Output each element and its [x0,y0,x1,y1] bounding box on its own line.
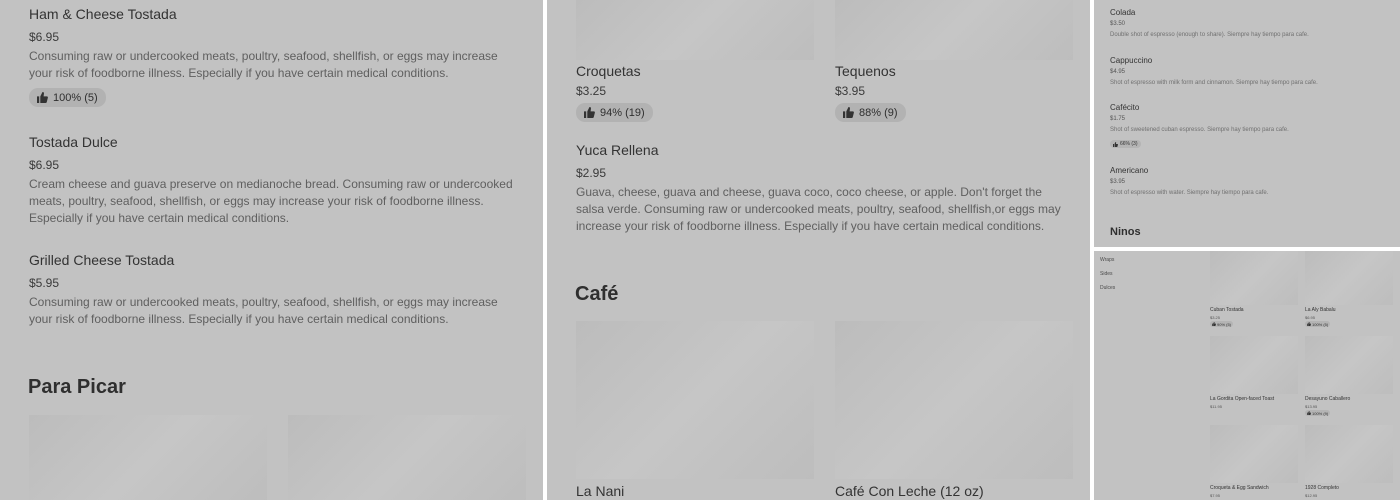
rating-badge: 94% (19) [576,103,653,122]
item-price: $6.95 [1305,315,1316,320]
item-price: $3.95 [1110,179,1126,185]
section-title: Para Picar [28,376,126,398]
thumbs-up-icon [843,107,854,118]
item-description: Consuming raw or undercooked meats, poul… [29,295,498,326]
rating-badge: 100% (5) [29,88,106,107]
menu-panel-overview: Wraps Sides Dulces Cuban Tostada $3.25 9… [1094,251,1400,500]
item-image[interactable] [1210,425,1298,483]
thumbs-up-icon [1307,411,1311,415]
item-image[interactable] [288,415,526,500]
thumbs-up-icon [1307,322,1311,326]
item-price: $11.95 [1210,404,1222,409]
item-name[interactable]: La Gordita Open-faced Toast [1210,396,1274,402]
item-image[interactable] [1210,251,1298,305]
item-name[interactable]: Cappuccino [1110,56,1152,65]
nav-item-sides[interactable]: Sides [1100,271,1113,277]
section-title: Café [575,283,619,305]
item-price: $3.95 [835,84,866,98]
item-image[interactable] [1305,251,1393,305]
item-name[interactable]: Café Con Leche (12 oz) [835,483,984,499]
menu-item[interactable]: Tostada Dulce [29,134,118,150]
rating-badge: 100% (9) [1305,410,1331,416]
item-image[interactable] [576,321,814,479]
item-price: $6.95 [29,30,60,44]
item-price: $3.25 [1210,315,1221,320]
item-image[interactable] [1305,336,1393,394]
section-title: Ninos [1110,226,1141,238]
nav-item-dulces[interactable]: Dulces [1100,285,1115,291]
item-price: $5.95 [29,276,60,290]
thumbs-up-icon [1113,141,1118,147]
item-name: Tostada Dulce [29,134,118,150]
rating-badge: 100% (5) [1305,321,1331,327]
item-name: Ham & Cheese Tostada [29,6,177,22]
item-price: $2.95 [576,166,607,180]
item-name[interactable]: Desayuno Caballero [1305,396,1350,402]
item-price: $3.50 [1110,21,1126,27]
item-price: $7.95 [1210,493,1221,498]
item-name[interactable]: Americano [1110,166,1148,175]
thumbs-up-icon [37,92,48,103]
item-description: Guava, cheese, guava and cheese, guava c… [576,185,1061,233]
item-image[interactable] [1210,336,1298,394]
menu-item[interactable]: Grilled Cheese Tostada [29,252,174,268]
nav-item-wraps[interactable]: Wraps [1100,257,1114,263]
thumbs-up-icon [1212,322,1216,326]
rating-badge: 88% (9) [835,103,906,122]
item-description: Cream cheese and guava preserve on media… [29,177,513,225]
menu-panel-left: Ham & Cheese Tostada $6.95 Consuming raw… [0,0,543,500]
item-name[interactable]: La Aly Babalu [1305,307,1336,313]
rating-badge: 66% (3) [1110,140,1141,148]
item-name[interactable]: Yuca Rellena [576,142,659,158]
thumbs-up-icon [584,107,595,118]
item-price: $4.95 [1110,69,1126,75]
item-name[interactable]: Tequenos [835,63,896,79]
item-description: Double shot of espresso (enough to share… [1110,32,1309,38]
item-name[interactable]: Cafécito [1110,103,1139,112]
item-image[interactable] [29,415,267,500]
item-name[interactable]: La Nani [576,483,624,499]
item-description: Shot of espresso with water. Siempre hay… [1110,190,1269,196]
menu-item[interactable]: Ham & Cheese Tostada [29,6,177,22]
item-name[interactable]: Cuban Tostada [1210,307,1244,313]
item-image[interactable] [835,0,1073,60]
menu-panel-middle: Croquetas $3.25 94% (19) Tequenos $3.95 … [547,0,1090,500]
item-name[interactable]: Colada [1110,8,1135,17]
rating-badge: 90% (5) [1210,321,1234,327]
item-description: Shot of sweetened cuban espresso. Siempr… [1110,127,1289,133]
item-price: $13.95 [1305,404,1318,409]
item-image[interactable] [576,0,814,60]
item-name: Grilled Cheese Tostada [29,252,175,268]
item-name[interactable]: 1928 Completo [1305,485,1339,491]
item-description: Consuming raw or undercooked meats, poul… [29,49,498,80]
menu-panel-cafe: Colada $3.50 Double shot of espresso (en… [1094,0,1400,247]
item-description: Shot of espresso with milk form and cinn… [1110,80,1318,86]
item-name[interactable]: Croquetas [576,63,641,79]
item-name[interactable]: Croqueta & Egg Sandwich [1210,485,1269,491]
item-price: $3.25 [576,84,607,98]
item-price: $6.95 [29,158,60,172]
item-price: $12.95 [1305,493,1318,498]
item-image[interactable] [1305,425,1393,483]
item-price: $1.75 [1110,116,1126,122]
item-image[interactable] [835,321,1073,479]
